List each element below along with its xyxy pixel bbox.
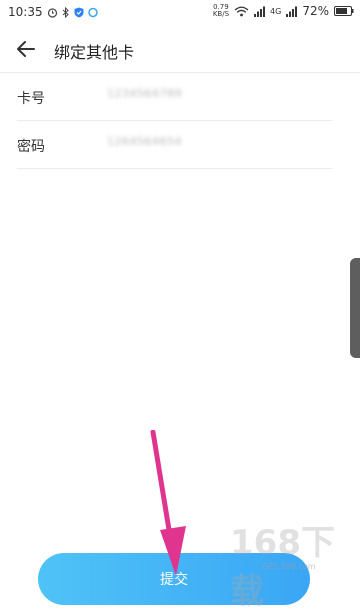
card-number-input[interactable]: 1234564789	[107, 87, 182, 100]
side-scroll-handle[interactable]	[350, 258, 360, 358]
app-bar: 绑定其他卡	[0, 26, 360, 73]
wifi-icon	[234, 6, 249, 16]
battery-icon	[334, 6, 354, 16]
password-row[interactable]: 密码 1264564654	[17, 121, 332, 169]
battery-percent: 72%	[302, 4, 329, 18]
signal-icon-2	[286, 6, 298, 17]
password-input[interactable]: 1264564654	[107, 135, 182, 148]
signal-icon	[254, 6, 266, 17]
alarm-icon	[47, 7, 57, 18]
annotation-arrow-icon	[150, 430, 186, 576]
card-number-label: 卡号	[17, 91, 45, 107]
page-title: 绑定其他卡	[54, 43, 135, 62]
watermark-url: GPS.168.com	[262, 562, 316, 571]
shield-icon	[74, 7, 84, 17]
notification-app-icon	[87, 7, 98, 17]
password-label: 密码	[17, 139, 45, 155]
card-number-row[interactable]: 卡号 1234564789	[17, 73, 332, 121]
back-button[interactable]	[12, 36, 40, 62]
signal-type: 4G	[270, 6, 282, 16]
bluetooth-icon	[62, 6, 69, 18]
arrow-left-icon	[17, 41, 35, 57]
network-speed: 0.79 KB/S	[212, 3, 230, 18]
status-bar: 10:35 0.79 KB/S 4G 72%	[0, 0, 360, 26]
status-time: 10:35	[8, 5, 43, 19]
